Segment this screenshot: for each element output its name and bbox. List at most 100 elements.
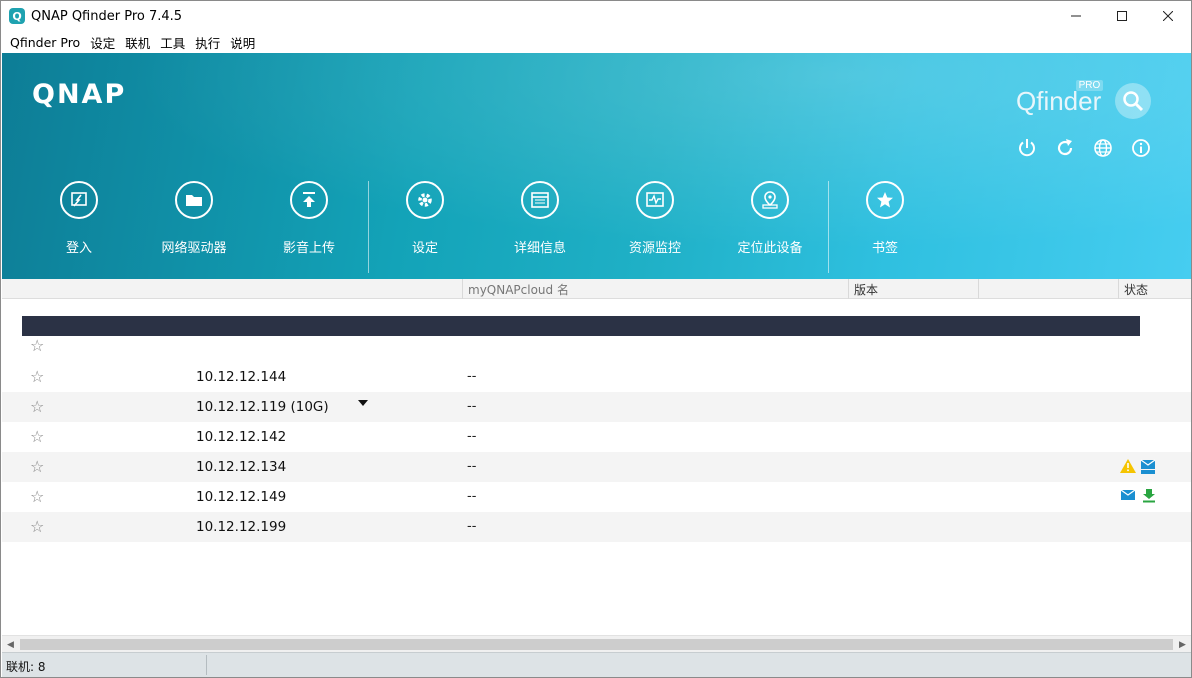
menu-help[interactable]: 说明: [225, 33, 260, 52]
search-button[interactable]: [1115, 83, 1152, 119]
power-icon: [1019, 139, 1035, 157]
toolbar-divider: [368, 181, 369, 273]
toolbar-divider: [828, 181, 829, 273]
globe-icon: [1094, 139, 1112, 157]
minimize-button[interactable]: [1053, 1, 1099, 31]
login-button[interactable]: 登入: [24, 181, 134, 256]
locate-device-button[interactable]: 定位此设备: [715, 181, 825, 256]
folder-icon: [175, 181, 213, 219]
media-upload-button[interactable]: 影音上传: [254, 181, 364, 256]
myqnapcloud-value: --: [467, 369, 477, 384]
connection-count: 联机: 8: [6, 660, 46, 674]
bookmark-label: 书签: [871, 241, 898, 256]
settings-label: 设定: [411, 241, 438, 256]
close-icon: [1163, 11, 1173, 21]
table-row[interactable]: ☆ 10.12.12.144 --: [2, 362, 1191, 392]
upload-icon: [290, 181, 328, 219]
details-label: 详细信息: [513, 241, 566, 256]
bookmark-button[interactable]: 书签: [830, 181, 940, 256]
menu-run[interactable]: 执行: [190, 33, 225, 52]
menu-bar: Qfinder Pro 设定 联机 工具 执行 说明: [1, 31, 1191, 53]
scroll-thumb[interactable]: [20, 639, 1173, 650]
device-ip: 10.12.12.142: [196, 429, 287, 445]
info-icon: [1132, 139, 1150, 157]
maximize-icon: [1117, 11, 1127, 21]
table-row[interactable]: ☆ 10.12.12.149 --: [2, 482, 1191, 512]
header-banner: QNAP Qfinder PRO 登入 网络驱动器 影音上传 设定 详细信息 资…: [2, 53, 1191, 279]
column-status[interactable]: 状态: [1124, 281, 1148, 298]
device-ip: 10.12.12.149: [196, 489, 287, 505]
device-ip: 10.12.12.199: [196, 519, 287, 535]
maximize-button[interactable]: [1099, 1, 1145, 31]
menu-tools[interactable]: 工具: [155, 33, 190, 52]
bookmark-star-icon[interactable]: ☆: [30, 397, 44, 416]
monitor-icon: [636, 181, 674, 219]
qfinder-brand-text: Qfinder PRO: [1016, 79, 1104, 117]
status-divider: [206, 655, 207, 675]
title-bar: Q QNAP Qfinder Pro 7.4.5: [1, 1, 1191, 31]
locate-device-label: 定位此设备: [737, 241, 803, 256]
location-pin-icon: [751, 181, 789, 219]
settings-button[interactable]: 设定: [370, 181, 480, 256]
search-icon: [1123, 91, 1144, 112]
myqnapcloud-value: --: [467, 459, 477, 474]
table-row[interactable]: ☆ 10.12.12.119 (10G) --: [2, 392, 1191, 422]
bookmark-star-icon[interactable]: ☆: [30, 336, 44, 355]
scroll-left-icon[interactable]: ◀: [2, 636, 19, 653]
horizontal-scrollbar[interactable]: ◀ ▶: [2, 635, 1191, 652]
menu-connect[interactable]: 联机: [120, 33, 155, 52]
myqnapcloud-value: --: [467, 489, 477, 504]
qfinder-app-icon: Q: [9, 8, 25, 24]
close-button[interactable]: [1145, 1, 1191, 31]
network-drive-button[interactable]: 网络驱动器: [139, 181, 249, 256]
login-icon: [60, 181, 98, 219]
bookmark-star-icon[interactable]: ☆: [30, 457, 44, 476]
table-row[interactable]: ☆ 10.12.12.142 --: [2, 422, 1191, 452]
qfinder-brand: Qfinder PRO: [1016, 79, 1152, 119]
window-controls: [1053, 1, 1191, 31]
selected-row-band: [22, 316, 1140, 336]
pro-badge: PRO: [1075, 79, 1104, 91]
warning-icon: [1120, 459, 1136, 476]
bookmark-star-icon[interactable]: ☆: [30, 427, 44, 446]
power-button[interactable]: [1016, 137, 1038, 159]
myqnapcloud-value: --: [467, 429, 477, 444]
ip-dropdown-icon[interactable]: [358, 400, 368, 406]
menu-qfinder-pro[interactable]: Qfinder Pro: [5, 35, 85, 50]
details-icon: [521, 181, 559, 219]
device-ip: 10.12.12.119 (10G): [196, 399, 329, 415]
login-label: 登入: [65, 241, 92, 256]
main-toolbar: 登入 网络驱动器 影音上传 设定 详细信息 资源监控 定位此设备 书签: [2, 181, 922, 273]
myqnapcloud-value: --: [467, 519, 477, 534]
banner-controls: [1016, 137, 1152, 159]
app-window: Q QNAP Qfinder Pro 7.4.5 Qfinder Pro 设定 …: [0, 0, 1192, 678]
column-myqnapcloud[interactable]: myQNAPcloud 名: [468, 281, 569, 298]
table-header: myQNAPcloud 名 版本 状态: [2, 279, 1191, 299]
refresh-icon: [1057, 139, 1073, 156]
language-button[interactable]: [1092, 137, 1114, 159]
smtp-icon: [1140, 459, 1156, 478]
download-icon: [1142, 489, 1156, 506]
table-row[interactable]: ☆ 10.12.12.134 --: [2, 452, 1191, 482]
about-button[interactable]: [1130, 137, 1152, 159]
refresh-button[interactable]: [1054, 137, 1076, 159]
resource-monitor-label: 资源监控: [628, 241, 681, 256]
status-bar: 联机: 8: [2, 652, 1191, 677]
device-ip: 10.12.12.134: [196, 459, 287, 475]
column-version[interactable]: 版本: [854, 281, 878, 298]
device-ip: 10.12.12.144: [196, 369, 287, 385]
window-title: QNAP Qfinder Pro 7.4.5: [31, 8, 183, 24]
mail-icon: [1120, 489, 1136, 504]
minimize-icon: [1071, 15, 1081, 17]
scroll-right-icon[interactable]: ▶: [1174, 636, 1191, 653]
media-upload-label: 影音上传: [282, 241, 335, 256]
table-row[interactable]: ☆ 10.12.12.199 --: [2, 512, 1191, 542]
bookmark-star-icon[interactable]: ☆: [30, 367, 44, 386]
details-button[interactable]: 详细信息: [485, 181, 595, 256]
bookmark-star-icon[interactable]: ☆: [30, 487, 44, 506]
myqnapcloud-value: --: [467, 399, 477, 414]
star-icon: [866, 181, 904, 219]
resource-monitor-button[interactable]: 资源监控: [600, 181, 710, 256]
menu-settings[interactable]: 设定: [85, 33, 120, 52]
bookmark-star-icon[interactable]: ☆: [30, 517, 44, 536]
